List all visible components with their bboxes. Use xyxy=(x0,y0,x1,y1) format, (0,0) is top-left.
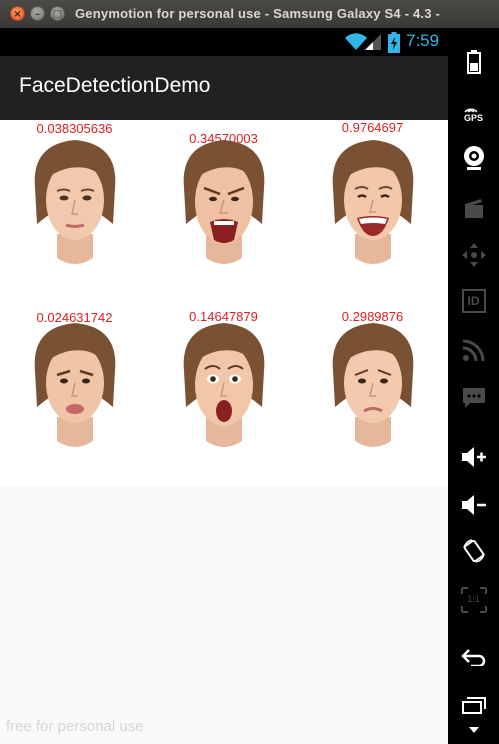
window-close-button[interactable]: × xyxy=(10,6,25,21)
sms-widget-button[interactable] xyxy=(448,378,499,418)
face-photo-pout xyxy=(34,323,116,447)
face-cell: 0.9764697 xyxy=(298,120,447,303)
window-titlebar: × – □ Genymotion for personal use - Sams… xyxy=(0,0,499,28)
phone-screen: 7:59 FaceDetectionDemo 0.038305636 0.345… xyxy=(0,28,448,744)
volume-down-button[interactable] xyxy=(448,485,499,525)
back-icon xyxy=(460,649,485,666)
rotate-icon xyxy=(462,539,485,563)
recent-apps-icon xyxy=(461,697,486,714)
rss-icon xyxy=(462,339,484,361)
status-time: 7:59 xyxy=(406,31,440,50)
volume-up-button[interactable] xyxy=(448,437,499,477)
battery-icon xyxy=(466,50,481,74)
face-cell: 0.34570003 xyxy=(149,120,298,303)
id-icon: ID xyxy=(461,289,486,313)
scale-icon: 1:1 xyxy=(460,587,487,613)
scale-label: 1:1 xyxy=(467,594,480,604)
scale-button[interactable]: 1:1 xyxy=(448,580,499,620)
dpad-icon xyxy=(461,243,486,267)
window-maximize-button[interactable]: □ xyxy=(50,6,65,21)
gps-icon: GPS xyxy=(464,104,483,123)
gps-widget-button[interactable]: GPS xyxy=(448,93,499,133)
toolbar-more-arrow[interactable] xyxy=(448,718,499,742)
watermark-text: free for personal use xyxy=(6,718,144,735)
action-bar: FaceDetectionDemo xyxy=(0,56,448,120)
chevron-down-icon xyxy=(468,727,479,733)
face-photo-sad xyxy=(332,323,414,447)
webcam-icon xyxy=(463,146,484,170)
emulator-toolbar: GPS ID 1:1 xyxy=(448,28,499,744)
id-widget-button[interactable]: ID xyxy=(448,281,499,321)
signal-icon xyxy=(365,34,381,50)
face-photo-smile xyxy=(332,140,414,264)
screencast-icon xyxy=(464,199,483,218)
window-title: Genymotion for personal use - Samsung Ga… xyxy=(75,6,440,21)
dpad-widget-button[interactable] xyxy=(448,235,499,275)
sms-icon xyxy=(462,388,485,408)
volume-up-icon xyxy=(461,447,486,467)
window-minimize-button[interactable]: – xyxy=(30,6,45,21)
face-cell: 0.14647879 xyxy=(149,303,298,486)
face-photo-neutral xyxy=(34,140,116,264)
face-score: 0.9764697 xyxy=(341,120,404,135)
gps-label: GPS xyxy=(463,112,483,123)
face-grid: 0.038305636 0.34570003 0.9764697 0.02463… xyxy=(0,120,448,486)
face-cell: 0.024631742 xyxy=(0,303,149,486)
battery-icon xyxy=(388,32,400,53)
back-button[interactable] xyxy=(448,637,499,677)
battery-widget-button[interactable] xyxy=(448,42,499,82)
face-photo-angry xyxy=(183,140,265,264)
webcam-widget-button[interactable] xyxy=(448,138,499,178)
face-photo-surprised xyxy=(183,323,265,447)
app-title: FaceDetectionDemo xyxy=(19,74,211,97)
volume-down-icon xyxy=(461,495,486,515)
screencast-widget-button[interactable] xyxy=(448,188,499,228)
rotate-button[interactable] xyxy=(448,531,499,571)
wifi-icon xyxy=(345,33,367,50)
status-bar: 7:59 xyxy=(0,28,448,56)
face-cell: 0.038305636 xyxy=(0,120,149,303)
rss-widget-button[interactable] xyxy=(448,330,499,370)
face-cell: 0.2989876 xyxy=(298,303,447,486)
